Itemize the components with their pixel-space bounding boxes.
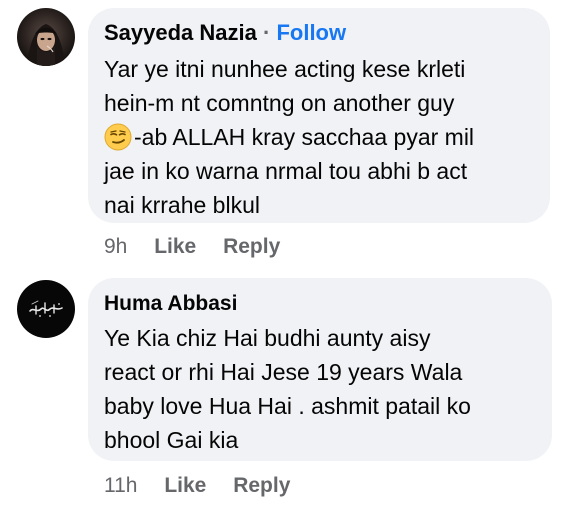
avatar-photo-icon	[17, 8, 75, 66]
author-line: Huma Abbasi	[104, 291, 237, 317]
comment-line: jae in ko warna nrmal tou abhi b act	[104, 158, 468, 184]
comment-line: react or rhi Hai Jese 19 years Wala	[104, 359, 463, 385]
avatar-calligraphy-icon	[17, 280, 75, 338]
like-button[interactable]: Like	[164, 473, 206, 499]
comment-actions: 11h Like Reply	[104, 473, 290, 499]
comment-actions: 9h Like Reply	[104, 234, 280, 260]
comment-line-text: -ab ALLAH kray sacchaa pyar mil	[134, 124, 475, 150]
comment-line: -ab ALLAH kray sacchaa pyar mil	[104, 120, 536, 154]
reply-button[interactable]: Reply	[223, 234, 280, 260]
comment-line: bhool Gai kia	[104, 427, 239, 453]
comment-text: Yar ye itni nunhee acting kese krleti he…	[104, 52, 536, 222]
comment-bubble: Sayyeda Nazia · Follow Yar ye itni nunhe…	[88, 8, 550, 223]
author-line: Sayyeda Nazia · Follow	[104, 20, 346, 46]
comment-line: baby love Hua Hai . ashmit patail ko	[104, 393, 471, 419]
comment-line: Yar ye itni nunhee acting kese krleti	[104, 56, 466, 82]
avatar[interactable]	[17, 280, 75, 338]
comment-bubble: Huma Abbasi Ye Kia chiz Hai budhi aunty …	[88, 278, 552, 461]
like-button[interactable]: Like	[154, 234, 196, 260]
follow-button[interactable]: Follow	[276, 20, 346, 45]
comment-line: hein-m nt comntng on another guy	[104, 90, 455, 116]
timestamp[interactable]: 9h	[104, 234, 127, 260]
reply-button[interactable]: Reply	[233, 473, 290, 499]
comment-text: Ye Kia chiz Hai budhi aunty aisy react o…	[104, 321, 538, 457]
separator-dot: ·	[263, 20, 271, 45]
avatar[interactable]	[17, 8, 75, 66]
comment-1: Sayyeda Nazia · Follow Yar ye itni nunhe…	[0, 0, 570, 270]
comment-line: nai krrahe blkul	[104, 192, 260, 218]
comment-2: Huma Abbasi Ye Kia chiz Hai budhi aunty …	[0, 270, 570, 519]
author-name[interactable]: Huma Abbasi	[104, 292, 237, 315]
timestamp[interactable]: 11h	[104, 473, 137, 499]
smirking-face-emoji-icon	[104, 123, 132, 151]
comment-line: Ye Kia chiz Hai budhi aunty aisy	[104, 325, 431, 351]
author-name[interactable]: Sayyeda Nazia	[104, 20, 257, 45]
